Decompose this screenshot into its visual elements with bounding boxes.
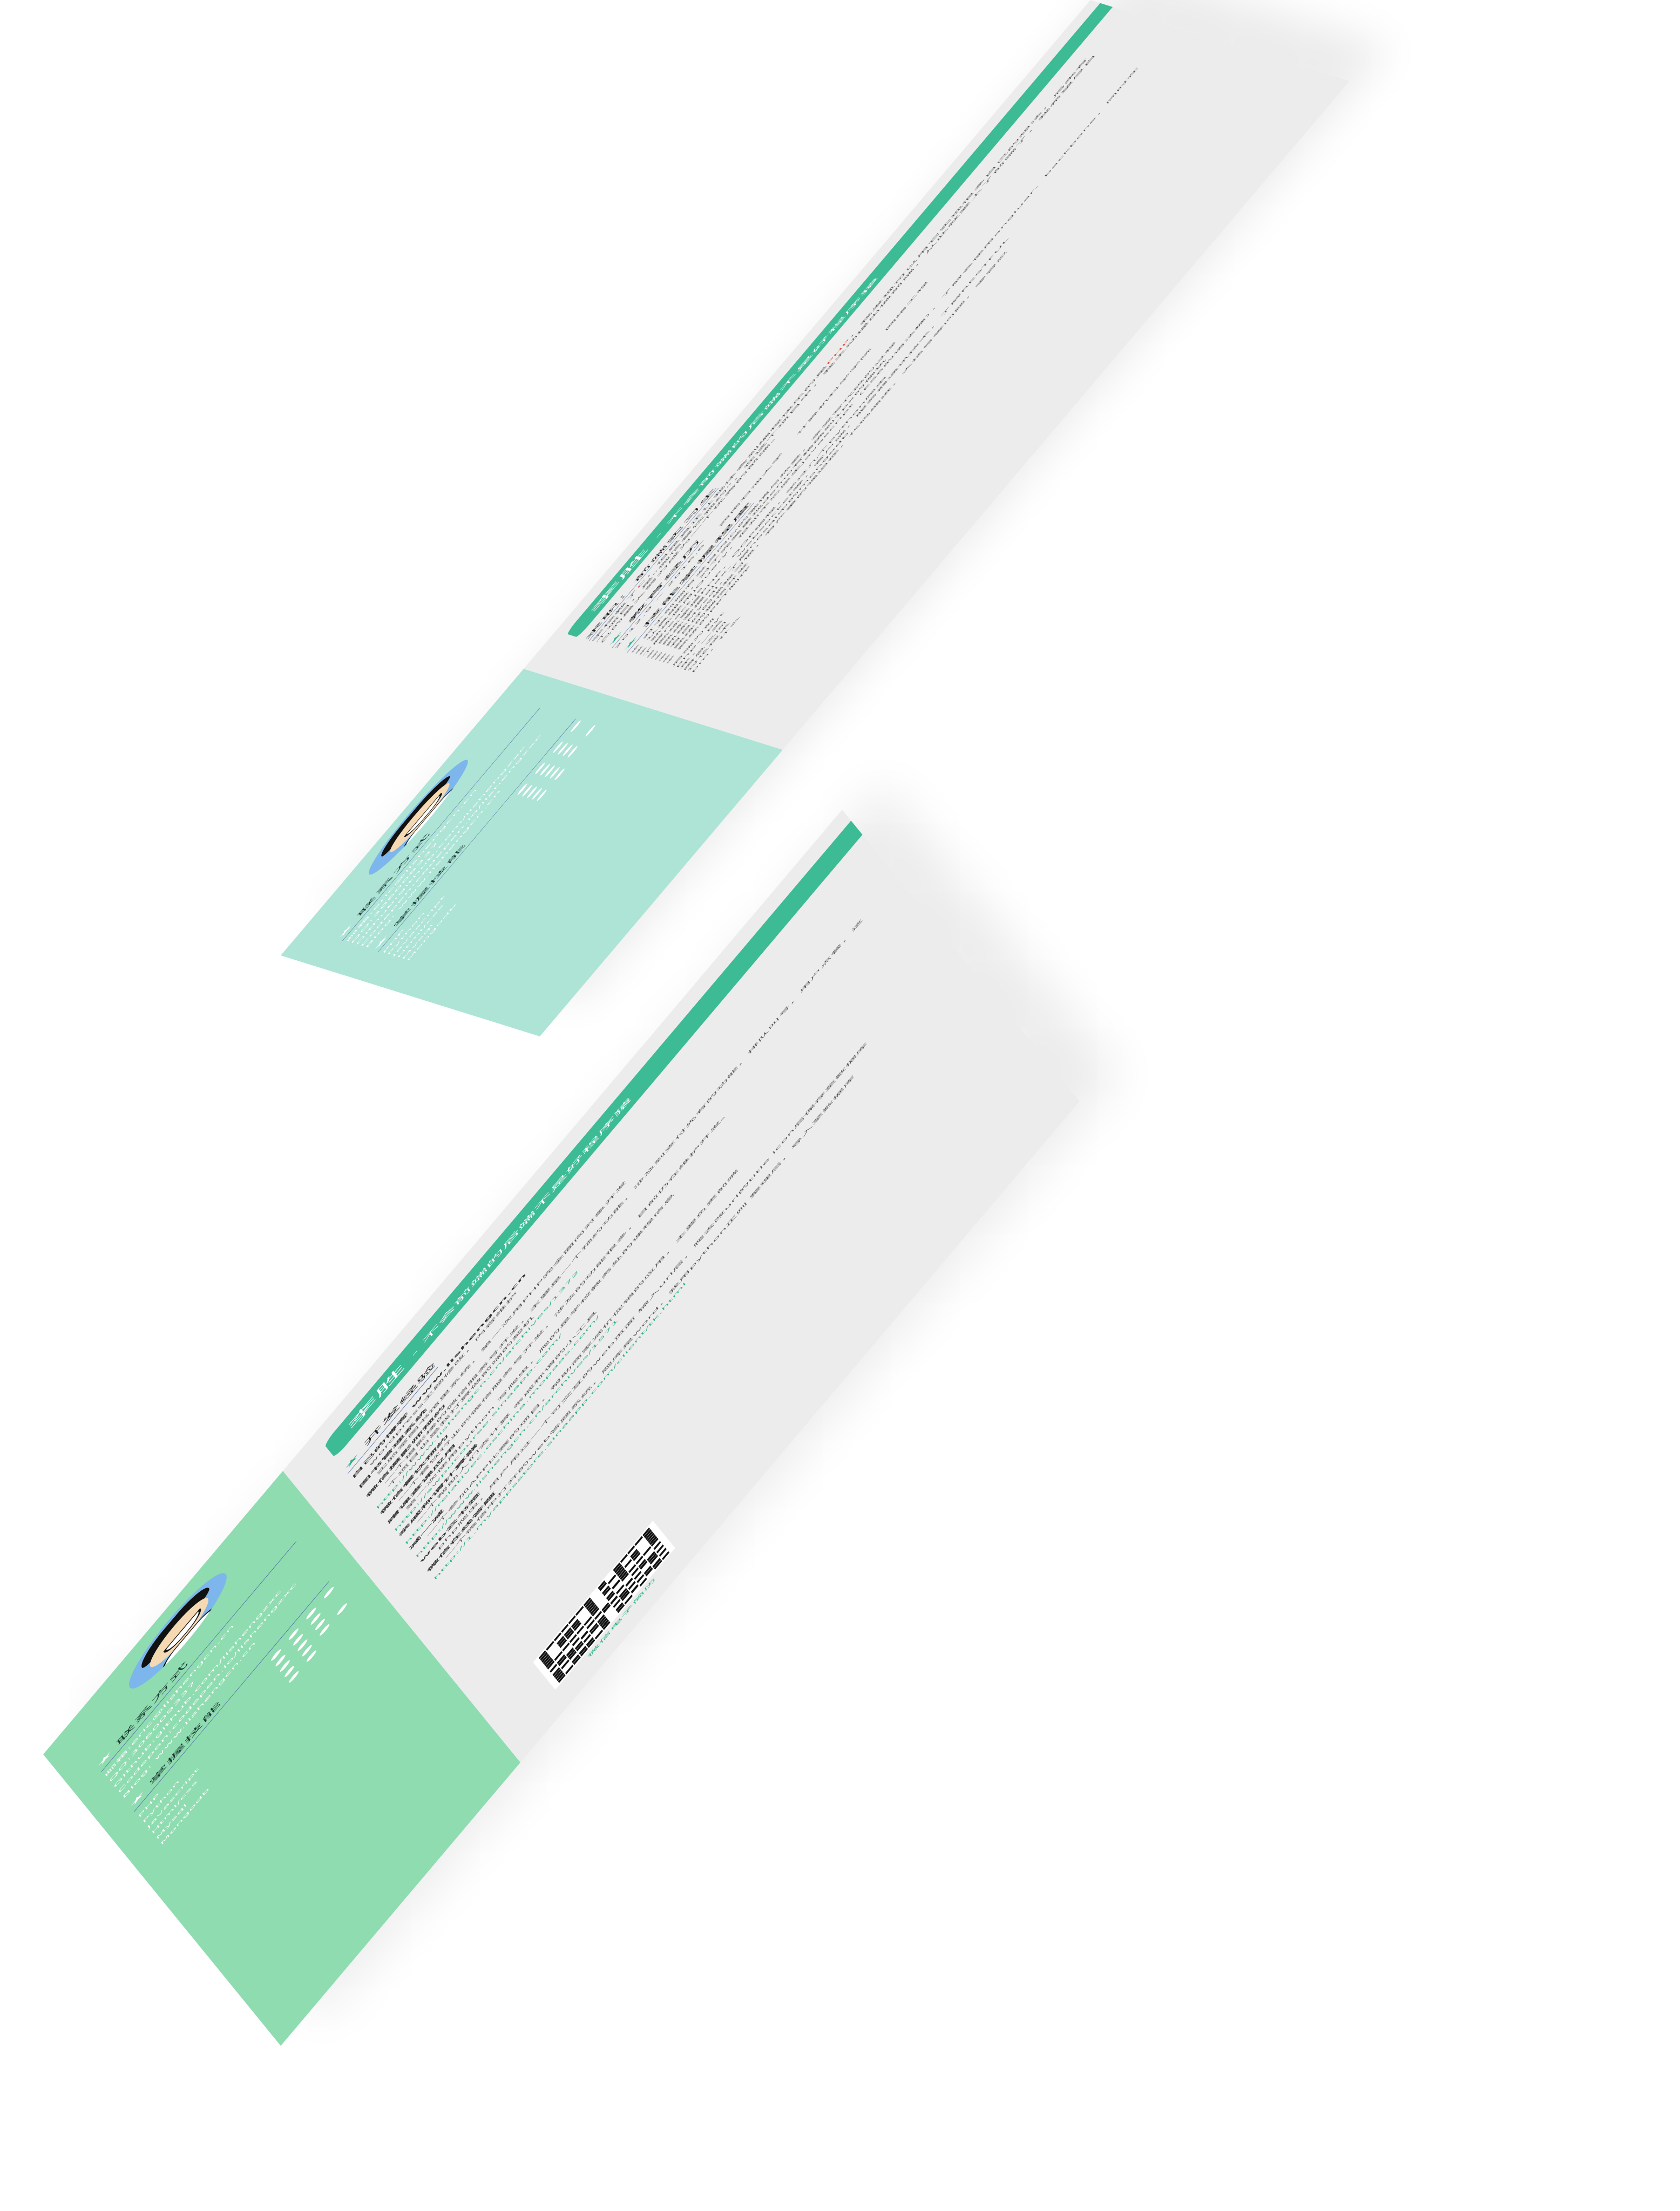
partial-line: 年，一天 xyxy=(679,619,724,670)
project-description: 一个餐饮行业的微信服务号开发，涉及的功能很多，目前仍在维护开发。 xyxy=(397,1107,733,1503)
project-link[interactable]: http://1.myappsstore.sinaapp.com/client/… xyxy=(433,988,935,1582)
project-description: 第一次使用python 写爬虫，爬的是学校教务处的课程信息 xyxy=(405,1192,675,1512)
skill-item: ※ 熟练的微信开发 xyxy=(661,562,749,664)
project-description: php爬虫，用户用过一个可交互的web页面 输入url后，爬去改url的titl… xyxy=(437,1041,868,1551)
project-title: 蹭课查课应用 xyxy=(387,1442,457,1525)
skill-item: ※ 熟练掌握ajax、websocket等，客户端，服务器通讯技术，了解REST… xyxy=(649,238,1010,661)
contact-github[interactable]: Github:github.com/lishengzxc xyxy=(354,711,557,946)
skill-item: ※ 认真细致，对于完美重现demo有精确到1px的偏执 xyxy=(633,358,888,656)
project-link[interactable]: http://relativec.oschina.mopaas.com/ xyxy=(404,953,906,1547)
education-row: 2012.9 ~ 2016.6 西南石油大学 计算机科学学院 网络工程 xyxy=(614,52,1122,649)
skill-item: ※ 熟练的PPT制作 xyxy=(665,565,751,666)
contact-codepen[interactable]: Codepen:codepen.io/lishengzxc xyxy=(359,713,561,948)
partial-line: php、pyt xyxy=(675,612,726,669)
project-title: 亲戚称谓计算器 xyxy=(397,1442,479,1538)
qr-code-icon[interactable] xyxy=(533,1521,675,1690)
intro-text: ，我发现可以用它实现很多自己的想法，后来有个项目，是“微信餐饮预约”，在这个项目… xyxy=(595,53,1097,645)
skill-item: ※ 熟练掌握PHP，OOP编程，学过几个python爬虫 xyxy=(645,375,888,660)
skill-item: ※ 有良好的编程习惯，有严重的强迫症，代码缩进，大括号等问题，零容忍 xyxy=(656,250,1008,663)
partial-line: 后端为前 xyxy=(671,616,716,668)
partial-line: pm，什么 xyxy=(690,615,742,674)
skill-item: ※ 熟练使用jQuery，但却不忘原生javascript（ES6的语法糖），了… xyxy=(637,66,1140,659)
project-link[interactable]: http://swpucourse.sinaapp.com/ xyxy=(394,940,896,1534)
intro-highlight-php: PHP xyxy=(825,338,851,366)
main-content: 李胜 - 不会前端的后端不是好程序猿 求职：前端实习生 学校教了C，但是真正让我… xyxy=(524,0,1350,750)
project-description: 一个微信中打开的web答题系统，题库是word，我用python正则 整理后，导… xyxy=(444,1074,856,1561)
skill-item: ※ 熟练Mysql，了解nosql中的mongodb xyxy=(653,431,850,662)
contact-list: 邮箱:eric@lishengcn.cn QQ:306009337 Github… xyxy=(344,708,566,949)
intro-paragraph: 学校教了C，但是真正让我体会到编程快乐的是PHP，我发现可以用它实现很多自己的想… xyxy=(591,45,1108,645)
partially-hidden-text: 后端为前 php、pyt 年，一天 瞬息之间 讨论技术 pm，什么 xyxy=(670,70,1199,674)
project-title: 微信餐饮预约 xyxy=(380,1433,450,1516)
project-title: 微信在线答题 xyxy=(426,1491,496,1574)
name-banner: 李胜 - 不会前端的后端不是好程序猿 xyxy=(566,3,1113,638)
project-description: 一个帮助人们去计算 亲戚称谓的小工具 xyxy=(415,1309,598,1525)
partial-line: 讨论技术 xyxy=(687,621,731,673)
skill-item: ※ 对于前端有发自内心的激情与热爱，享受写代码的过程 xyxy=(629,341,897,655)
skill-items: ※ 对于前端有发自内心的激情与热爱，享受写代码的过程 ※ 认真细致，对于完美重现… xyxy=(629,57,1173,666)
partial-line: 瞬息之间 xyxy=(682,620,728,672)
qr-code-block: 微信电子简历 xyxy=(533,1511,687,1695)
